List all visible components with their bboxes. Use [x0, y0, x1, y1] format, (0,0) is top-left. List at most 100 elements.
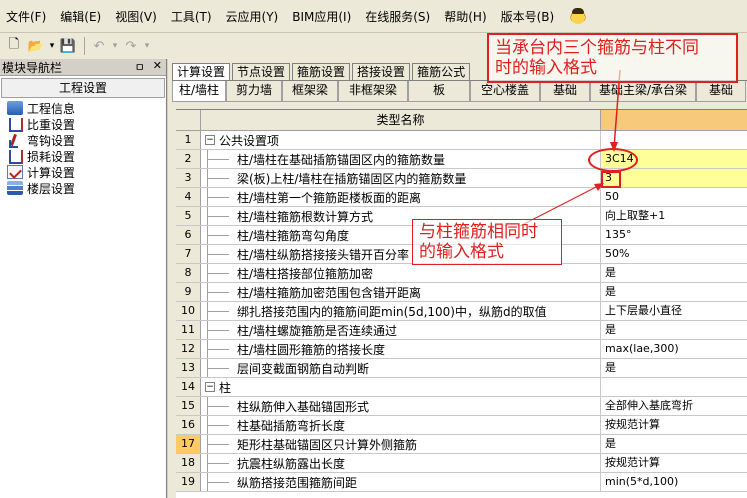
close-icon[interactable]: ✕: [153, 59, 162, 75]
table-row[interactable]: 16 柱基础插筋弯折长度 按规范计算: [176, 416, 747, 435]
row-number: 11: [176, 321, 201, 339]
row-name: 柱/墙柱箍筋加密范围包含错开距离: [237, 285, 422, 300]
secondary-tab-0[interactable]: 柱/墙柱: [172, 81, 226, 102]
table-row[interactable]: 10 绑扎搭接范围内的箍筋间距min(5d,100)中，纵筋d的取值 上下层最小直径: [176, 302, 747, 321]
nav-item-3[interactable]: 损耗设置: [0, 148, 166, 164]
nav-item-5[interactable]: 楼层设置: [0, 180, 166, 196]
annotation-top-line-2: 时的输入格式: [495, 58, 597, 78]
row-value-cell[interactable]: 135°: [601, 226, 747, 244]
row-value-cell[interactable]: max(lae,300): [601, 340, 747, 358]
nav-calc-icon: [7, 165, 23, 179]
row-value-cell[interactable]: 是: [601, 321, 747, 339]
menu-item-1[interactable]: 编辑(E): [60, 8, 101, 25]
nav-section-project-settings[interactable]: 工程设置: [1, 78, 165, 98]
menu-item-6[interactable]: 在线服务(S): [365, 8, 430, 25]
tree-line: [203, 340, 231, 358]
row-name-cell: 柱/墙柱圆形箍筋的搭接长度: [201, 340, 601, 358]
row-value-cell[interactable]: 按规范计算: [601, 416, 747, 434]
new-file-icon[interactable]: 🗋: [4, 36, 24, 56]
module-navigation-panel: 模块导航栏 ㅁ ✕ 工程设置 工程信息 比重设置 弯钩设置 损耗设置 计算设置 楼层设置: [0, 59, 167, 498]
save-icon[interactable]: 💾: [58, 36, 78, 56]
table-row[interactable]: 2 柱/墙柱在基础插筋锚固区内的箍筋数量 3C14: [176, 150, 747, 169]
secondary-tab-2[interactable]: 框架梁: [282, 81, 338, 102]
secondary-tab-8[interactable]: 基础: [696, 81, 746, 102]
menu-item-3[interactable]: 工具(T): [171, 8, 212, 25]
table-row[interactable]: 4 柱/墙柱第一个箍筋距楼板面的距离 50: [176, 188, 747, 207]
secondary-tabs: 柱/墙柱 剪力墙 框架梁 非框架梁板空心楼盖 基础 基础主梁/承台梁 基础: [172, 80, 747, 102]
row-value-cell[interactable]: 是: [601, 283, 747, 301]
nav-item-label: 工程信息: [27, 101, 76, 116]
row-value-cell: [601, 131, 747, 149]
row-value-cell[interactable]: 按规范计算: [601, 454, 747, 472]
menu-item-5[interactable]: BIM应用(I): [292, 8, 351, 25]
secondary-tab-4[interactable]: 板: [408, 81, 470, 102]
row-value-cell[interactable]: min(5*d,100): [601, 473, 747, 491]
table-row[interactable]: 19 纵筋搭接范围箍筋间距 min(5*d,100): [176, 473, 747, 492]
helper-avatar-icon[interactable]: [570, 8, 587, 24]
menu-item-7[interactable]: 帮助(H): [444, 8, 486, 25]
row-number: 10: [176, 302, 201, 320]
row-name: 层间变截面钢筋自动判断: [237, 361, 370, 376]
nav-item-4[interactable]: 计算设置: [0, 164, 166, 180]
row-value-cell[interactable]: 是: [601, 359, 747, 377]
table-row[interactable]: 3 梁(板)上柱/墙柱在插筋锚固区内的箍筋数量 3: [176, 169, 747, 188]
table-row[interactable]: 12 柱/墙柱圆形箍筋的搭接长度 max(lae,300): [176, 340, 747, 359]
pin-icon[interactable]: ㅁ: [135, 59, 145, 75]
row-name: 柱/墙柱纵筋搭接接头错开百分率: [237, 247, 410, 262]
row-number: 7: [176, 245, 201, 263]
row-value-cell[interactable]: 全部伸入基底弯折: [601, 397, 747, 415]
row-value-cell[interactable]: 是: [601, 264, 747, 282]
nav-item-0[interactable]: 工程信息: [0, 100, 166, 116]
menu-item-4[interactable]: 云应用(Y): [226, 8, 279, 25]
redo-icon[interactable]: ↷: [121, 36, 141, 56]
collapse-toggle-icon[interactable]: −: [205, 382, 215, 392]
nav-panel-title: 模块导航栏: [2, 60, 63, 75]
dropdown-arrow-icon[interactable]: ▾: [48, 36, 56, 56]
nav-item-1[interactable]: 比重设置: [0, 116, 166, 132]
secondary-tab-3[interactable]: 非框架梁: [338, 81, 408, 102]
tree-line: [203, 397, 231, 415]
nav-item-2[interactable]: 弯钩设置: [0, 132, 166, 148]
row-value-cell[interactable]: 50: [601, 188, 747, 206]
menu-item-2[interactable]: 视图(V): [115, 8, 157, 25]
group-row[interactable]: 14− 柱: [176, 378, 747, 397]
annotation-middle-line-1: 与柱箍筋相同时: [419, 222, 538, 242]
collapse-toggle-icon[interactable]: −: [205, 135, 215, 145]
table-row[interactable]: 13 层间变截面钢筋自动判断 是: [176, 359, 747, 378]
row-number: 5: [176, 207, 201, 225]
row-name-cell: 绑扎搭接范围内的箍筋间距min(5d,100)中，纵筋d的取值: [201, 302, 601, 320]
table-row[interactable]: 18 抗震柱纵筋露出长度 按规范计算: [176, 454, 747, 473]
redo-dropdown-icon[interactable]: ▾: [143, 36, 151, 56]
nav-item-label: 比重设置: [27, 117, 76, 132]
secondary-tab-6[interactable]: 基础: [540, 81, 590, 102]
row-value-cell[interactable]: 3: [601, 169, 747, 187]
row-name: 柱/墙柱第一个箍筋距楼板面的距离: [237, 190, 422, 205]
undo-dropdown-icon[interactable]: ▾: [111, 36, 119, 56]
primary-tab-2[interactable]: 箍筋设置: [292, 63, 351, 81]
row-value-cell[interactable]: 50%: [601, 245, 747, 263]
table-row[interactable]: 15 柱纵筋伸入基础锚固形式 全部伸入基底弯折: [176, 397, 747, 416]
primary-tab-4[interactable]: 箍筋公式: [412, 63, 471, 81]
secondary-tab-7[interactable]: 基础主梁/承台梁: [590, 81, 696, 102]
tree-line: [203, 150, 231, 168]
row-name: 柱: [219, 380, 232, 395]
undo-icon[interactable]: ↶: [89, 36, 109, 56]
open-folder-icon[interactable]: 📂: [26, 36, 46, 56]
row-number: 16: [176, 416, 201, 434]
row-value-cell[interactable]: 上下层最小直径: [601, 302, 747, 320]
primary-tabs: 计算设置 节点设置 箍筋设置 搭接设置 箍筋公式: [172, 63, 472, 82]
secondary-tab-5[interactable]: 空心楼盖: [470, 81, 540, 102]
table-row[interactable]: 8 柱/墙柱搭接部位箍筋加密 是: [176, 264, 747, 283]
table-row[interactable]: 17 矩形柱基础锚固区只计算外侧箍筋 是: [176, 435, 747, 454]
table-row[interactable]: 9 柱/墙柱箍筋加密范围包含错开距离 是: [176, 283, 747, 302]
group-row[interactable]: 1− 公共设置项: [176, 131, 747, 150]
row-value-cell[interactable]: 向上取整+1: [601, 207, 747, 225]
row-value-cell[interactable]: 是: [601, 435, 747, 453]
table-row[interactable]: 11 柱/墙柱螺旋箍筋是否连续通过 是: [176, 321, 747, 340]
primary-tab-1[interactable]: 节点设置: [232, 63, 291, 81]
secondary-tab-1[interactable]: 剪力墙: [226, 81, 282, 102]
primary-tab-3[interactable]: 搭接设置: [352, 63, 411, 81]
menu-item-0[interactable]: 文件(F): [6, 8, 46, 25]
menu-item-8[interactable]: 版本号(B): [501, 8, 555, 25]
row-name: 柱/墙柱搭接部位箍筋加密: [237, 266, 374, 281]
